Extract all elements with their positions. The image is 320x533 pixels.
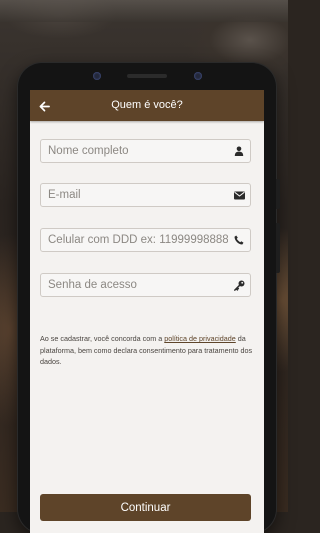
continue-button[interactable]: Continuar xyxy=(40,494,251,521)
phone-icon xyxy=(233,234,245,246)
name-field[interactable] xyxy=(48,140,228,162)
page-title: Quem é você? xyxy=(111,99,183,111)
privacy-policy-link[interactable]: política de privacidade xyxy=(164,334,236,343)
phone-sensor xyxy=(93,72,101,80)
app-screen: Quem é você? Nome completo E-mail Celula… xyxy=(30,90,264,533)
privacy-terms-text: Ao se cadastrar, você concorda com a pol… xyxy=(40,333,256,368)
phone-field-container xyxy=(40,228,251,252)
email-field-container xyxy=(40,183,251,207)
email-field[interactable] xyxy=(48,184,228,206)
password-field-container xyxy=(40,273,251,297)
key-icon xyxy=(233,279,245,291)
phone-side-button xyxy=(276,179,280,209)
phone-speaker xyxy=(127,74,167,78)
top-edge xyxy=(0,0,288,22)
app-bar: Quem é você? xyxy=(30,90,264,121)
phone-camera xyxy=(194,72,202,80)
name-field-container xyxy=(40,139,251,163)
envelope-icon xyxy=(233,189,245,201)
phone-field[interactable] xyxy=(48,229,228,251)
phone-frame: Quem é você? Nome completo E-mail Celula… xyxy=(18,63,280,533)
terms-prefix: Ao se cadastrar, você concorda com a xyxy=(40,334,165,343)
phone-volume-button xyxy=(276,223,280,273)
user-icon xyxy=(233,145,245,157)
password-field[interactable] xyxy=(48,274,228,296)
